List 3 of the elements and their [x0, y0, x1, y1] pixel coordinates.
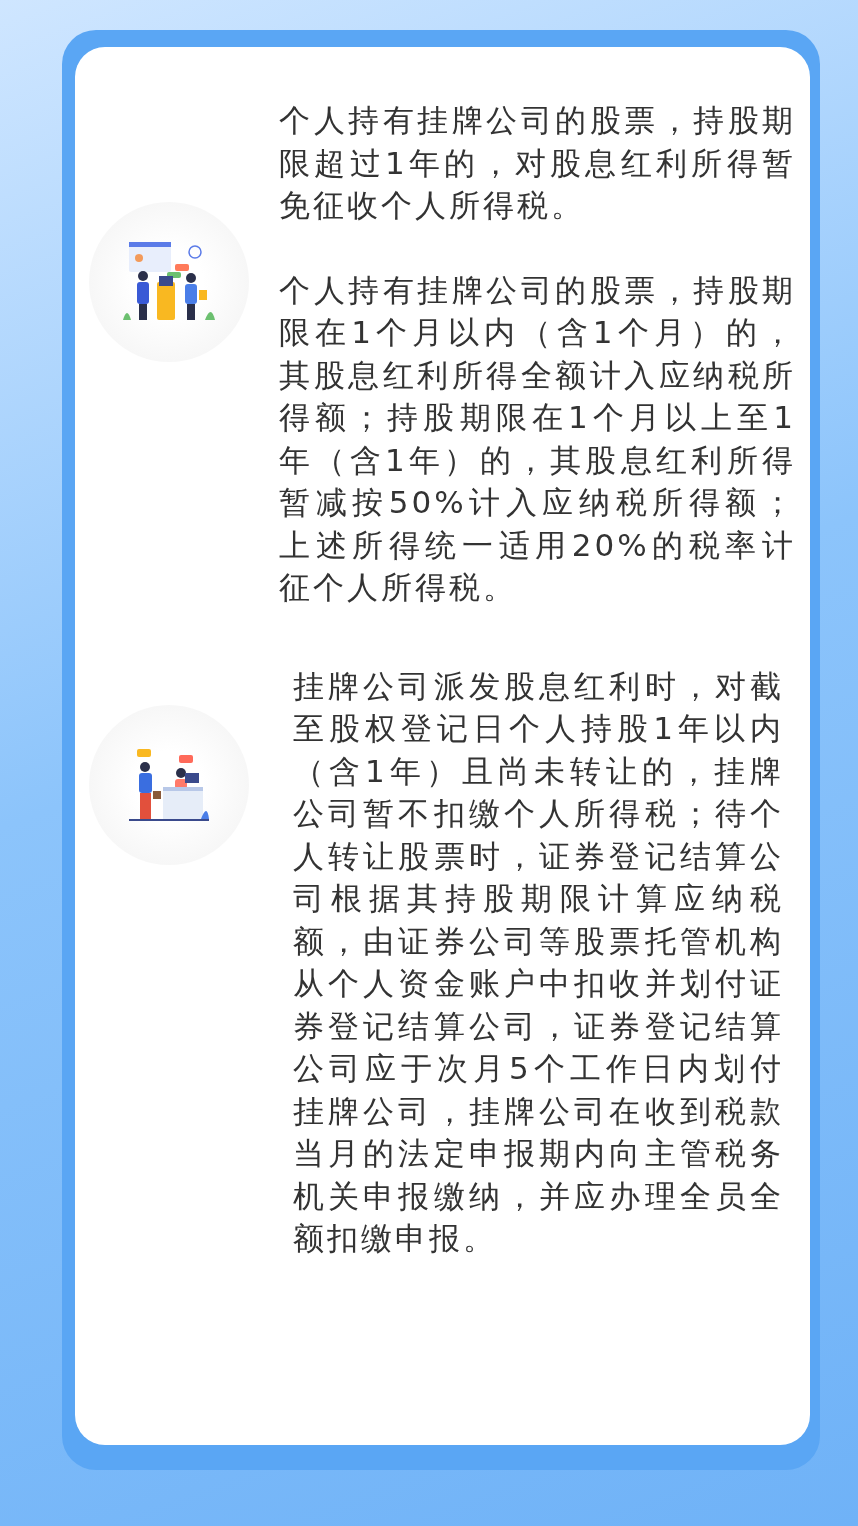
- paragraph: 挂牌公司派发股息红利时，对截至股权登记日个人持股1年以内（含1年）且尚未转让的，挂牌公司暂不扣缴个人所得税；待个人转让股票时，证券登记结算公司根据其持股期限计算应纳税额，由证券公司等股票托管机构从个人资金账户中扣收并划付证券登记结算公司，证券登记结算公司应于次月5个工作日内划付挂牌公司，挂牌公司在收到税款当月的法定申报期内向主管税务机关申报缴纳，并应办理全员全额扣缴申报。: [293, 666, 784, 1258]
- paragraph: 个人持有挂牌公司的股票，持股期限在1个月以内（含1个月）的，其股息红利所得全额计入应纳税所得额；持股期限在1个月以上至1年（含1年）的，其股息红利所得暂减按50%计入应纳税所得额；上述所得统一适用20%的税率计征个人所得税。: [279, 270, 796, 607]
- paragraph: 个人持有挂牌公司的股票，持股期限超过1年的，对股息红利所得暂免征收个人所得税。: [279, 101, 796, 225]
